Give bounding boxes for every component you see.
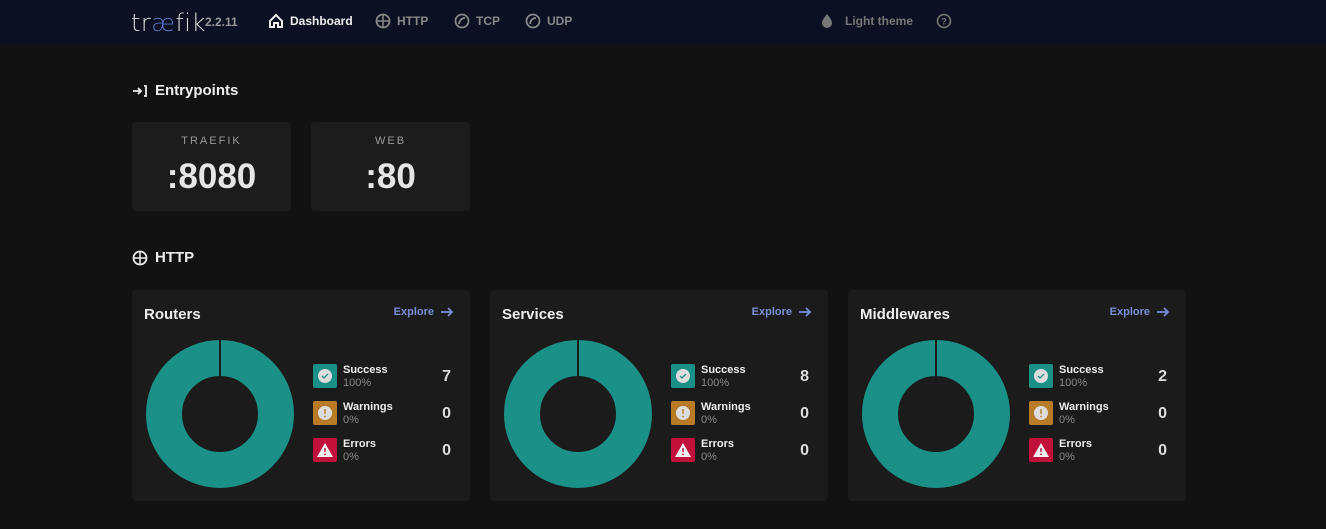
explore-label: Explore [393,306,434,318]
version-label: 2.2.11 [205,15,238,29]
entrypoints-heading: Entrypoints [132,82,238,99]
status-donut-chart [146,340,294,488]
warnings-stat: Warnings 0% 0 [671,401,813,427]
arrow-right-icon [1157,307,1170,317]
home-icon [269,13,283,28]
stat-count: 8 [800,368,809,385]
explore-link[interactable]: Explore [1110,306,1170,318]
stat-label: Warnings [701,401,751,413]
tcp-icon [454,13,470,29]
entrypoint-address: :8080 [166,157,257,196]
success-stat: Success 100% 8 [671,364,813,390]
card-title: Routers [144,306,201,323]
udp-icon [525,13,541,29]
stat-percent: 0% [701,451,717,463]
stat-count: 0 [1158,442,1167,459]
success-stat: Success 100% 2 [1029,364,1171,390]
error-icon [1029,438,1053,462]
stat-count: 0 [442,405,451,422]
http-heading: HTTP [132,249,194,266]
nav-label: UDP [547,14,573,28]
sign-in-icon [133,84,147,97]
stat-count: 2 [1158,368,1167,385]
stat-label: Warnings [1059,401,1109,413]
entrypoint-name: WEB [374,135,407,147]
globe-icon [375,13,391,29]
status-donut-chart [504,340,652,488]
drop-icon [822,14,832,28]
errors-stat: Errors 0% 0 [671,438,813,464]
nav-dashboard[interactable]: Dashboard [268,13,353,29]
explore-link[interactable]: Explore [394,306,454,318]
light-theme-toggle[interactable]: Light theme [819,13,913,29]
nav-label: HTTP [397,14,429,28]
stat-label: Success [701,364,746,376]
stat-count: 0 [800,405,809,422]
explore-link[interactable]: Explore [752,306,812,318]
success-stat: Success 100% 7 [313,364,455,390]
nav-tcp[interactable]: TCP [454,13,500,29]
card-title: Services [502,306,564,323]
warning-icon [1029,401,1053,425]
stat-percent: 0% [343,414,359,426]
traefik-logo[interactable]: træfik [131,9,206,37]
stat-percent: 100% [701,377,730,389]
arrow-right-icon [441,307,454,317]
stat-percent: 100% [343,377,372,389]
theme-label: Light theme [845,14,913,28]
routers-card: Routers Explore Success 100% 7 Warnings … [132,290,470,501]
explore-label: Explore [1109,306,1150,318]
stat-count: 7 [442,368,451,385]
success-icon [1029,364,1053,388]
stat-label: Errors [1059,438,1093,450]
stat-percent: 0% [343,451,359,463]
nav-label: Dashboard [290,14,353,28]
stat-label: Success [343,364,388,376]
globe-icon [132,250,148,265]
errors-stat: Errors 0% 0 [1029,438,1171,464]
card-title: Middlewares [860,306,951,323]
stat-count: 0 [1158,405,1167,422]
section-title: Entrypoints [155,82,239,99]
help-button[interactable]: ? [936,13,952,29]
error-icon [671,438,695,462]
top-nav-bar: træfik 2.2.11 Dashboard HTTP TCP UDP Lig… [0,0,1326,45]
arrow-right-icon [799,307,812,317]
warning-icon [313,401,337,425]
stat-label: Errors [701,438,735,450]
services-card: Services Explore Success 100% 8 Warnings… [490,290,828,501]
stat-count: 0 [442,442,451,459]
explore-label: Explore [751,306,792,318]
nav-udp[interactable]: UDP [525,13,572,29]
stat-percent: 0% [1059,414,1075,426]
error-icon [313,438,337,462]
status-donut-chart [862,340,1010,488]
stat-label: Success [1059,364,1104,376]
stat-percent: 100% [1059,377,1088,389]
help-icon: ? [936,13,952,29]
stat-percent: 0% [1059,451,1075,463]
stat-count: 0 [800,442,809,459]
entrypoint-address: :80 [365,157,416,196]
entrypoint-card: TRAEFIK :8080 [132,122,291,211]
section-title: HTTP [155,249,195,266]
success-icon [313,364,337,388]
middlewares-card: Middlewares Explore Success 100% 2 Warni… [848,290,1186,501]
nav-http[interactable]: HTTP [375,13,428,29]
warnings-stat: Warnings 0% 0 [313,401,455,427]
stat-label: Errors [343,438,377,450]
stat-label: Warnings [343,401,393,413]
entrypoint-card: WEB :80 [311,122,470,211]
success-icon [671,364,695,388]
nav-label: TCP [476,14,500,28]
svg-text:?: ? [941,17,947,27]
stat-percent: 0% [701,414,717,426]
entrypoint-name: TRAEFIK [181,135,242,147]
warning-icon [671,401,695,425]
warnings-stat: Warnings 0% 0 [1029,401,1171,427]
errors-stat: Errors 0% 0 [313,438,455,464]
